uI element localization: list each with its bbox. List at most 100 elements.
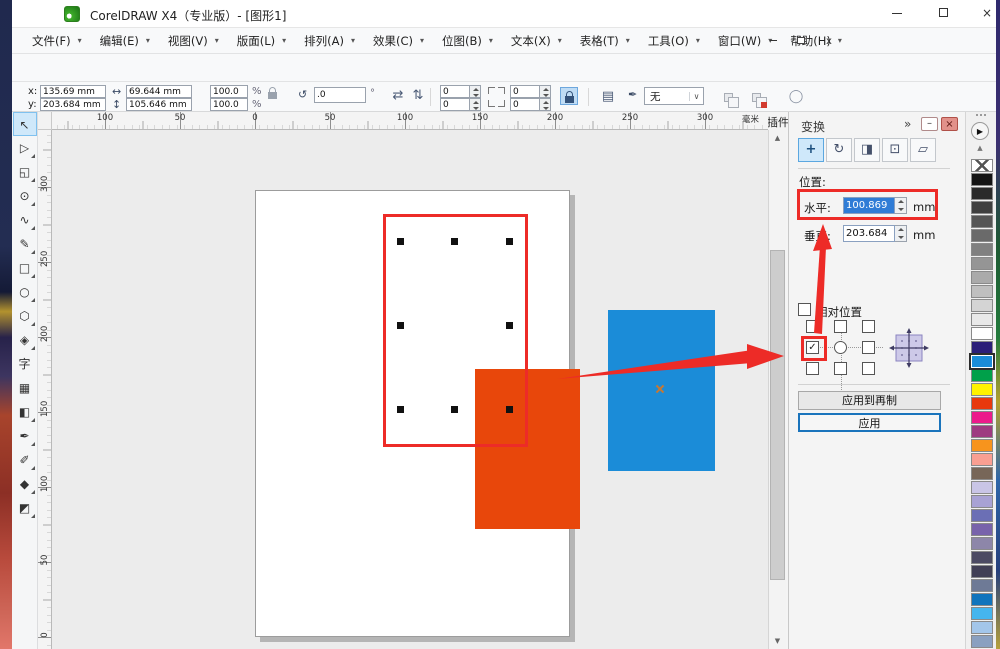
rotation-angle-input[interactable]	[314, 87, 366, 103]
color-swatch[interactable]	[970, 243, 993, 256]
menu-item[interactable]: 文件(F) ▾	[22, 30, 90, 52]
document-close-button[interactable]: x	[820, 36, 838, 47]
color-swatch[interactable]	[970, 439, 993, 452]
corner-radius-br-input[interactable]	[510, 98, 540, 111]
outline-combo-arrow-icon[interactable]: ∨	[689, 91, 703, 101]
anchor-middle-right-checkbox[interactable]	[862, 341, 875, 354]
anchor-bottom-center-checkbox[interactable]	[834, 362, 847, 375]
scroll-up-icon[interactable]: ▲	[769, 130, 786, 146]
anchor-top-center-checkbox[interactable]	[834, 320, 847, 333]
menu-dropdown-icon[interactable]: ▾	[696, 36, 708, 45]
color-swatch[interactable]	[970, 467, 993, 480]
polygon-tool-icon[interactable]: ⬡	[13, 304, 37, 328]
color-swatch[interactable]	[970, 523, 993, 536]
transform-scale-mirror-tab[interactable]: ◨	[854, 138, 880, 162]
object-x-input[interactable]	[40, 85, 106, 98]
blend-tool-icon[interactable]: ◧	[13, 400, 37, 424]
menu-item[interactable]: 编辑(E) ▾	[90, 30, 158, 52]
color-swatch[interactable]	[970, 481, 993, 494]
mirror-vertical-button[interactable]: ⇅	[406, 86, 430, 106]
palette-scroll-up-icon[interactable]: ▲	[970, 144, 990, 156]
docker-chevron-icon[interactable]: »	[904, 117, 911, 131]
vertical-ruler[interactable]: 300 250 200 150 100 50 0	[38, 130, 52, 649]
smart-fill-tool-icon[interactable]: ✎	[13, 232, 37, 256]
apply-button[interactable]: 应用	[798, 413, 941, 432]
corner-radius-bl-input[interactable]	[440, 98, 470, 111]
menu-item[interactable]: 排列(A) ▾	[294, 30, 363, 52]
color-swatch[interactable]	[970, 411, 993, 424]
menu-dropdown-icon[interactable]: ▾	[215, 36, 227, 45]
color-swatch[interactable]	[970, 453, 993, 466]
zoom-tool-icon[interactable]: ⊙	[13, 184, 37, 208]
menu-dropdown-icon[interactable]: ▾	[420, 36, 432, 45]
scroll-down-icon[interactable]: ▼	[769, 633, 786, 649]
palette-grip[interactable]	[976, 114, 986, 118]
menu-dropdown-icon[interactable]: ▾	[558, 36, 570, 45]
color-swatch[interactable]	[970, 229, 993, 242]
corner-radius-tr-input[interactable]	[510, 85, 540, 98]
window-maximize-button[interactable]	[928, 5, 958, 23]
transform-position-tab[interactable]: +	[798, 138, 824, 162]
color-swatch[interactable]	[970, 299, 993, 312]
color-swatch[interactable]	[970, 173, 993, 186]
color-swatch[interactable]	[970, 565, 993, 578]
color-swatch[interactable]	[970, 383, 993, 396]
vertical-spinner[interactable]	[895, 225, 907, 242]
color-swatch[interactable]	[970, 593, 993, 606]
anchor-bottom-left-checkbox[interactable]	[806, 362, 819, 375]
color-swatch[interactable]	[968, 353, 995, 370]
palette-flyout-button[interactable]: ▶	[971, 122, 989, 140]
interactive-fill-tool-icon[interactable]: ◩	[13, 496, 37, 520]
eyedropper-tool-icon[interactable]: ✒	[13, 424, 37, 448]
menu-item[interactable]: 效果(C) ▾	[363, 30, 432, 52]
window-minimize-button[interactable]	[882, 5, 912, 23]
corner-br-spinner[interactable]	[540, 98, 551, 111]
apply-to-duplicate-button[interactable]: 应用到再制	[798, 391, 941, 410]
color-swatch[interactable]	[970, 285, 993, 298]
menu-item[interactable]: 表格(T) ▾	[570, 30, 638, 52]
scale-lock-button[interactable]	[268, 84, 277, 103]
pick-tool-icon[interactable]: ↖	[12, 112, 37, 136]
menu-item[interactable]: 工具(O) ▾	[638, 30, 708, 52]
menu-dropdown-icon[interactable]: ▾	[78, 36, 90, 45]
color-swatch[interactable]	[970, 425, 993, 438]
anchor-bottom-right-checkbox[interactable]	[862, 362, 875, 375]
menu-dropdown-icon[interactable]: ▾	[489, 36, 501, 45]
corner-lock-button[interactable]	[560, 87, 578, 105]
transform-skew-tab[interactable]: ▱	[910, 138, 936, 162]
text-wrap-button[interactable]: ▤	[596, 86, 620, 108]
horizontal-ruler[interactable]: 毫米 100 50 0 50 100 150 200 250 300	[52, 112, 768, 130]
color-swatch[interactable]	[970, 257, 993, 270]
menu-dropdown-icon[interactable]: ▾	[351, 36, 363, 45]
menu-item[interactable]: 版面(L) ▾	[227, 30, 294, 52]
crop-tool-icon[interactable]: ◱	[13, 160, 37, 184]
fill-tool-icon[interactable]: ◆	[13, 472, 37, 496]
to-layer-button[interactable]	[724, 87, 739, 108]
menu-item[interactable]: 文本(X) ▾	[501, 30, 570, 52]
ruler-origin[interactable]	[38, 112, 52, 130]
docker-minimize-button[interactable]: –	[921, 117, 938, 131]
table-tool-icon[interactable]: ▦	[13, 376, 37, 400]
rectangle-tool-icon[interactable]: □	[13, 256, 37, 280]
object-y-input[interactable]	[40, 98, 106, 111]
color-swatch[interactable]	[970, 509, 993, 522]
color-swatch[interactable]	[970, 215, 993, 228]
menu-dropdown-icon[interactable]: ▾	[146, 36, 158, 45]
document-minimize-button[interactable]	[764, 36, 782, 47]
edit-fill-button[interactable]	[752, 87, 767, 108]
menu-dropdown-icon[interactable]: ▾	[838, 36, 850, 45]
ellipse-tool-icon[interactable]: ○	[13, 280, 37, 304]
outline-pen-tool-icon[interactable]: ✐	[13, 448, 37, 472]
corner-tl-spinner[interactable]	[470, 85, 481, 98]
docker-close-button[interactable]: ×	[941, 117, 958, 131]
corner-tr-spinner[interactable]	[540, 85, 551, 98]
menu-item[interactable]: 视图(V) ▾	[158, 30, 227, 52]
scale-y-input[interactable]	[210, 98, 248, 111]
color-swatch[interactable]	[970, 579, 993, 592]
color-swatch[interactable]	[970, 201, 993, 214]
canvas-vertical-scrollbar[interactable]: ▲ ▼	[768, 130, 786, 649]
text-tool-icon[interactable]: 字	[13, 352, 37, 376]
transform-rotate-tab[interactable]: ↻	[826, 138, 852, 162]
menu-item[interactable]: 位图(B) ▾	[432, 30, 501, 52]
window-close-button[interactable]: ×	[972, 5, 1000, 23]
